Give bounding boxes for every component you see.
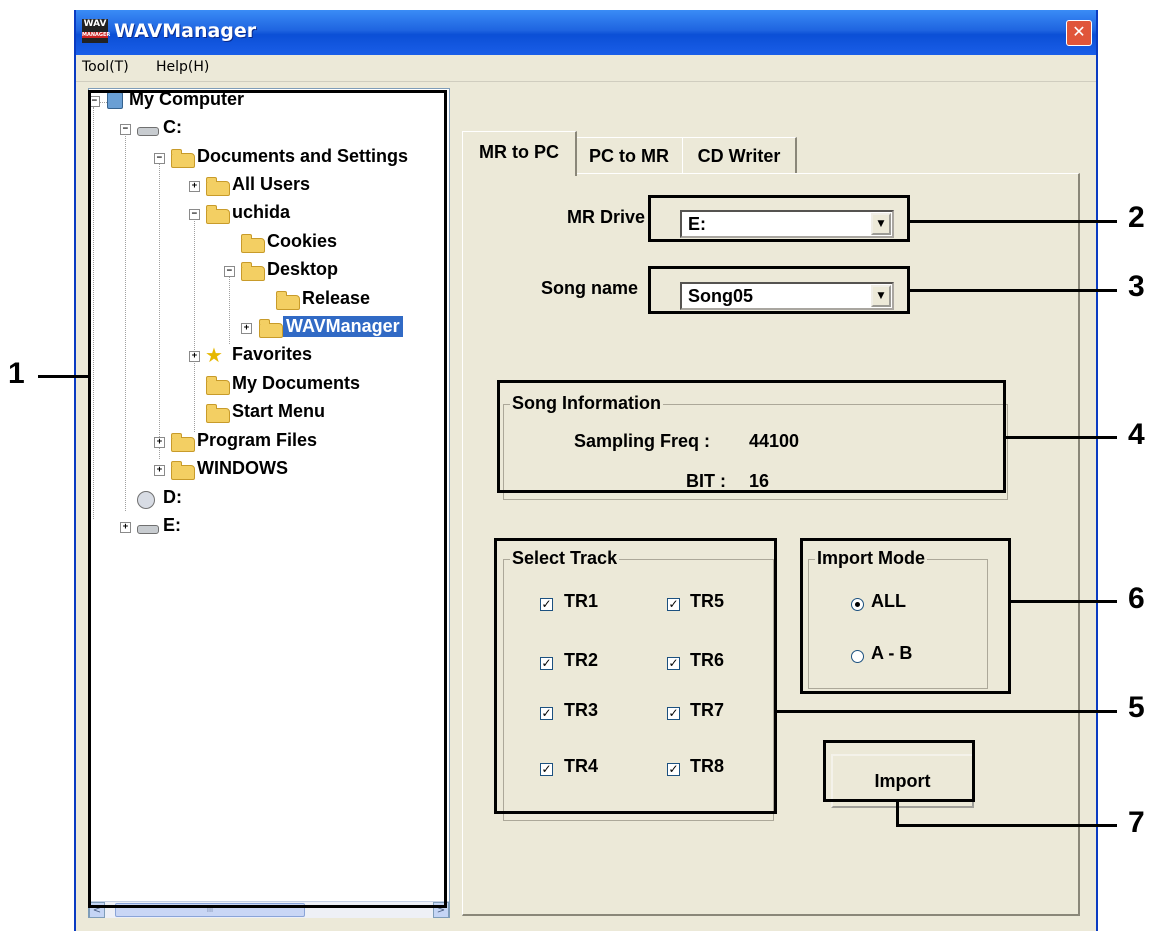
callout-line-5 — [776, 710, 1117, 713]
callout-box-3 — [648, 266, 910, 314]
menu-bar: Tool(T) Help(H) — [76, 55, 1096, 82]
callout-line-4 — [1005, 436, 1117, 439]
callout-line-6 — [1010, 600, 1117, 603]
callout-line-3 — [909, 289, 1117, 292]
menu-help[interactable]: Help(H) — [156, 59, 209, 75]
callout-3: 3 — [1128, 270, 1145, 303]
close-button[interactable]: ✕ — [1066, 20, 1092, 46]
title-bar[interactable]: WAV MANAGER WAVManager ✕ — [76, 10, 1096, 55]
callout-box-7 — [823, 740, 975, 802]
callout-box-5 — [494, 538, 777, 814]
callout-5: 5 — [1128, 691, 1145, 724]
callout-line-2 — [909, 220, 1117, 223]
callout-box-1 — [88, 90, 447, 908]
app-icon: WAV MANAGER — [82, 19, 110, 43]
callout-box-6 — [800, 538, 1011, 694]
tab-cd-writer[interactable]: CD Writer — [682, 137, 797, 174]
mr-drive-label: MR Drive — [567, 207, 646, 227]
tab-pc-to-mr[interactable]: PC to MR — [574, 137, 685, 174]
callout-1: 1 — [8, 357, 25, 390]
callout-6: 6 — [1128, 582, 1145, 615]
menu-tool[interactable]: Tool(T) — [82, 59, 129, 75]
callout-line-1 — [38, 375, 90, 378]
window-title: WAVManager — [114, 20, 257, 42]
callout-box-4 — [497, 380, 1006, 493]
callout-4: 4 — [1128, 418, 1145, 451]
callout-line-7b — [896, 824, 1117, 827]
callout-2: 2 — [1128, 201, 1145, 234]
callout-7: 7 — [1128, 806, 1145, 839]
tab-mr-to-pc[interactable]: MR to PC — [462, 131, 577, 176]
song-name-label: Song name — [541, 278, 639, 298]
callout-box-2 — [648, 195, 910, 242]
